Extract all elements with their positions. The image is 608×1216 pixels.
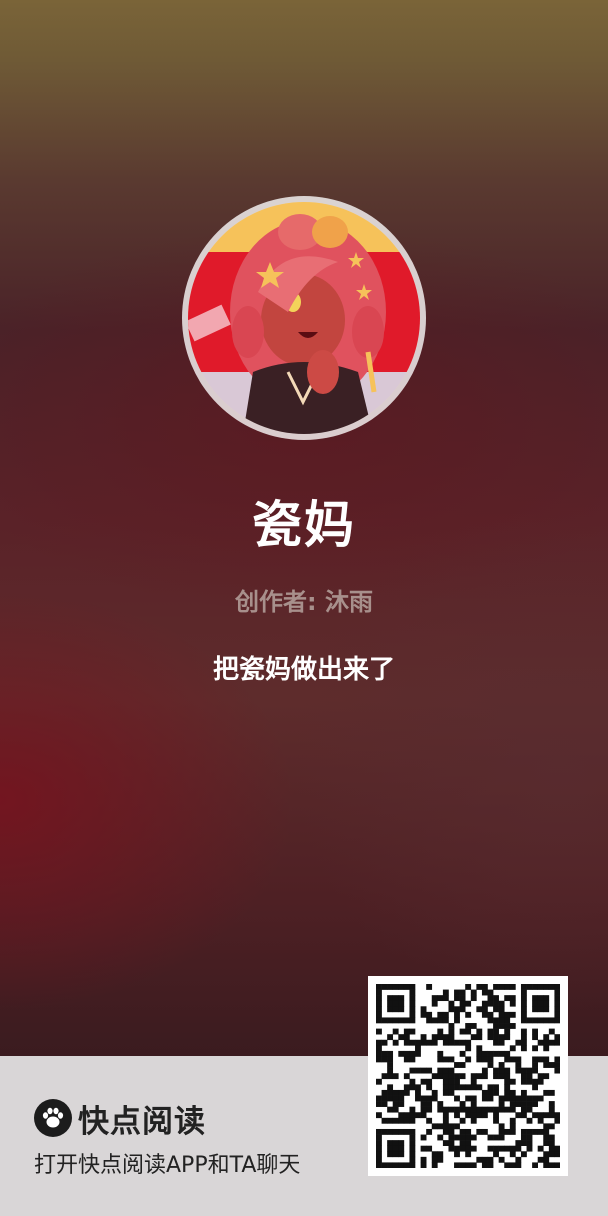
creator-label: 创作者: 沐雨 [235, 588, 373, 616]
character-tagline: 把瓷妈做出来了 [212, 655, 395, 685]
paw-icon [34, 1099, 72, 1137]
brand-name: 快点阅读 [78, 1103, 206, 1140]
avatar[interactable] [182, 196, 426, 440]
avatar-image [188, 202, 420, 434]
character-name: 瓷妈 [252, 496, 356, 554]
brand-logo[interactable]: 快点阅读 [34, 1097, 206, 1140]
open-app-prompt[interactable]: 打开快点阅读APP和TA聊天 [34, 1148, 300, 1184]
qr-code[interactable] [368, 976, 568, 1176]
